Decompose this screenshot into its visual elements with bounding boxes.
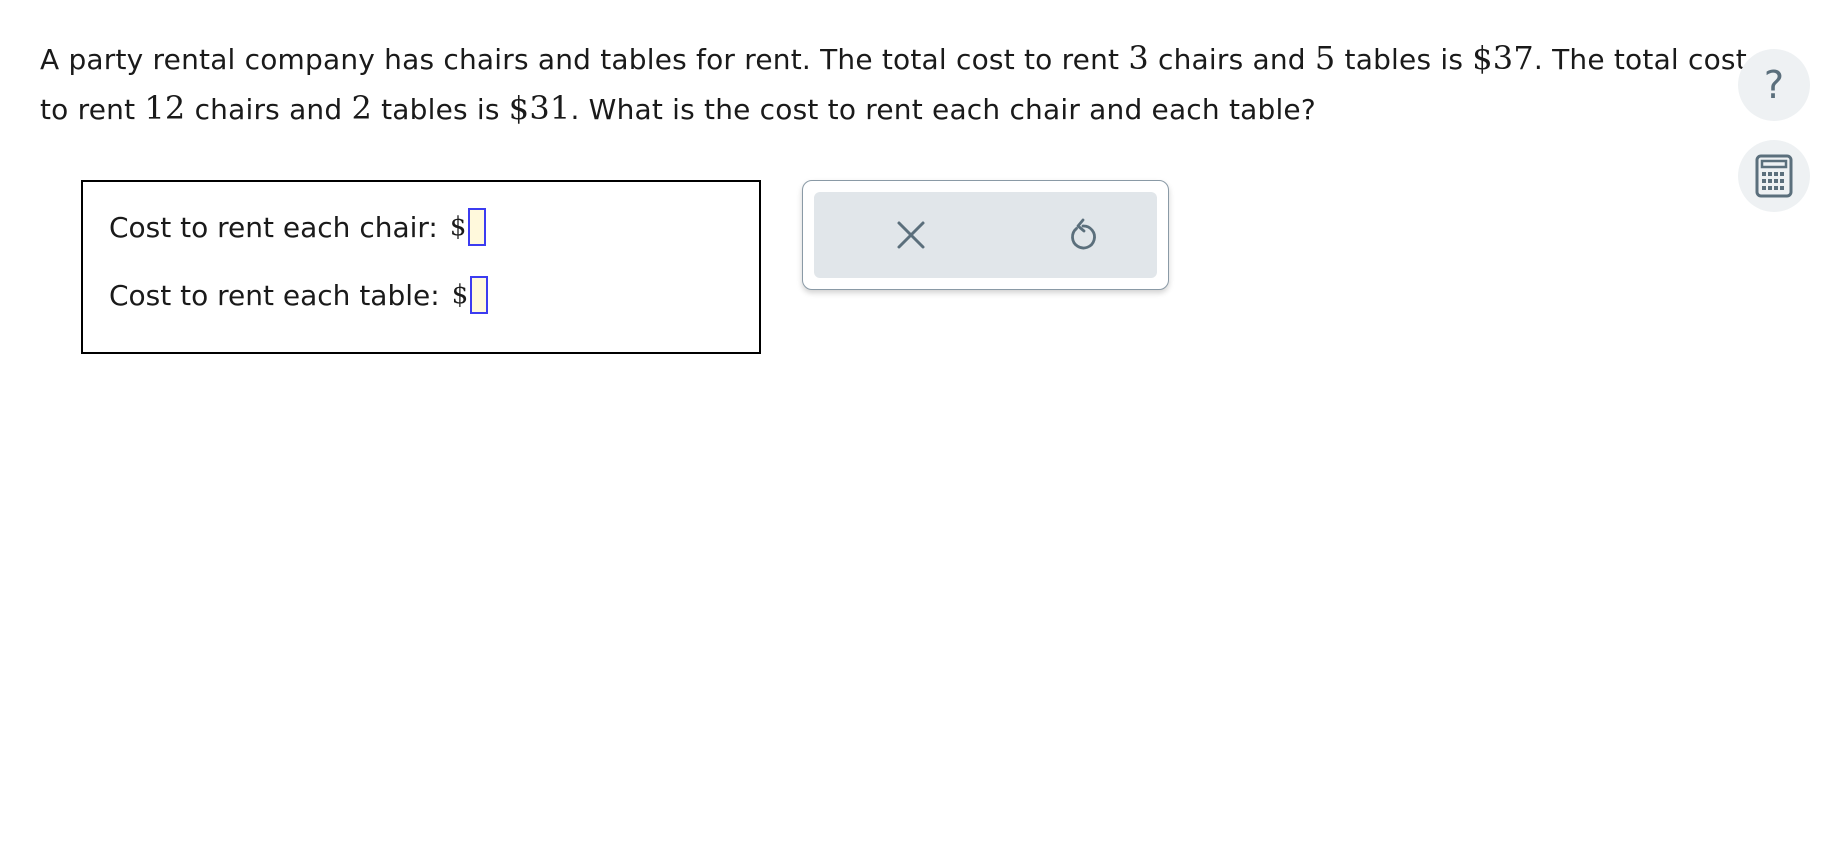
- question-segment: A party rental company has chairs and ta…: [40, 43, 1129, 76]
- question-number: 2: [351, 89, 373, 127]
- table-cost-input[interactable]: [470, 276, 489, 314]
- question-segment: chairs and: [185, 93, 352, 126]
- question-segment: tables is: [372, 93, 509, 126]
- answer-box: Cost to rent each chair: $ Cost to rent …: [81, 180, 761, 354]
- help-button[interactable]: ?: [1738, 49, 1810, 121]
- answer-actions-bar: [814, 192, 1157, 278]
- question-number: 3: [1128, 39, 1149, 77]
- undo-icon: [1071, 218, 1096, 250]
- question-number: 12: [144, 89, 186, 127]
- undo-button[interactable]: [1058, 210, 1108, 260]
- table-answer-row: Cost to rent each table: $: [109, 276, 489, 314]
- question-number: $31: [508, 89, 571, 127]
- question-segment: . What is the cost to rent each chair an…: [570, 93, 1316, 126]
- chair-cost-label: Cost to rent each chair:: [109, 210, 438, 244]
- table-cost-label: Cost to rent each table:: [109, 278, 440, 312]
- table-currency-symbol: $: [451, 280, 469, 310]
- close-icon: [897, 221, 925, 249]
- question-text: A party rental company has chairs and ta…: [40, 34, 1760, 134]
- chair-answer-row: Cost to rent each chair: $: [109, 208, 487, 246]
- question-number: $37: [1472, 39, 1534, 77]
- answer-actions-panel: [802, 180, 1169, 290]
- help-icon: ?: [1763, 63, 1785, 107]
- question-segment: tables is: [1335, 43, 1473, 76]
- clear-button[interactable]: [886, 210, 936, 260]
- chair-cost-input[interactable]: [468, 208, 487, 246]
- chair-currency-symbol: $: [449, 212, 467, 242]
- question-number: 5: [1314, 39, 1336, 77]
- calculator-button[interactable]: [1738, 140, 1810, 212]
- calculator-icon: [1755, 154, 1793, 198]
- page: A party rental company has chairs and ta…: [0, 0, 1825, 862]
- question-segment: chairs and: [1148, 43, 1315, 76]
